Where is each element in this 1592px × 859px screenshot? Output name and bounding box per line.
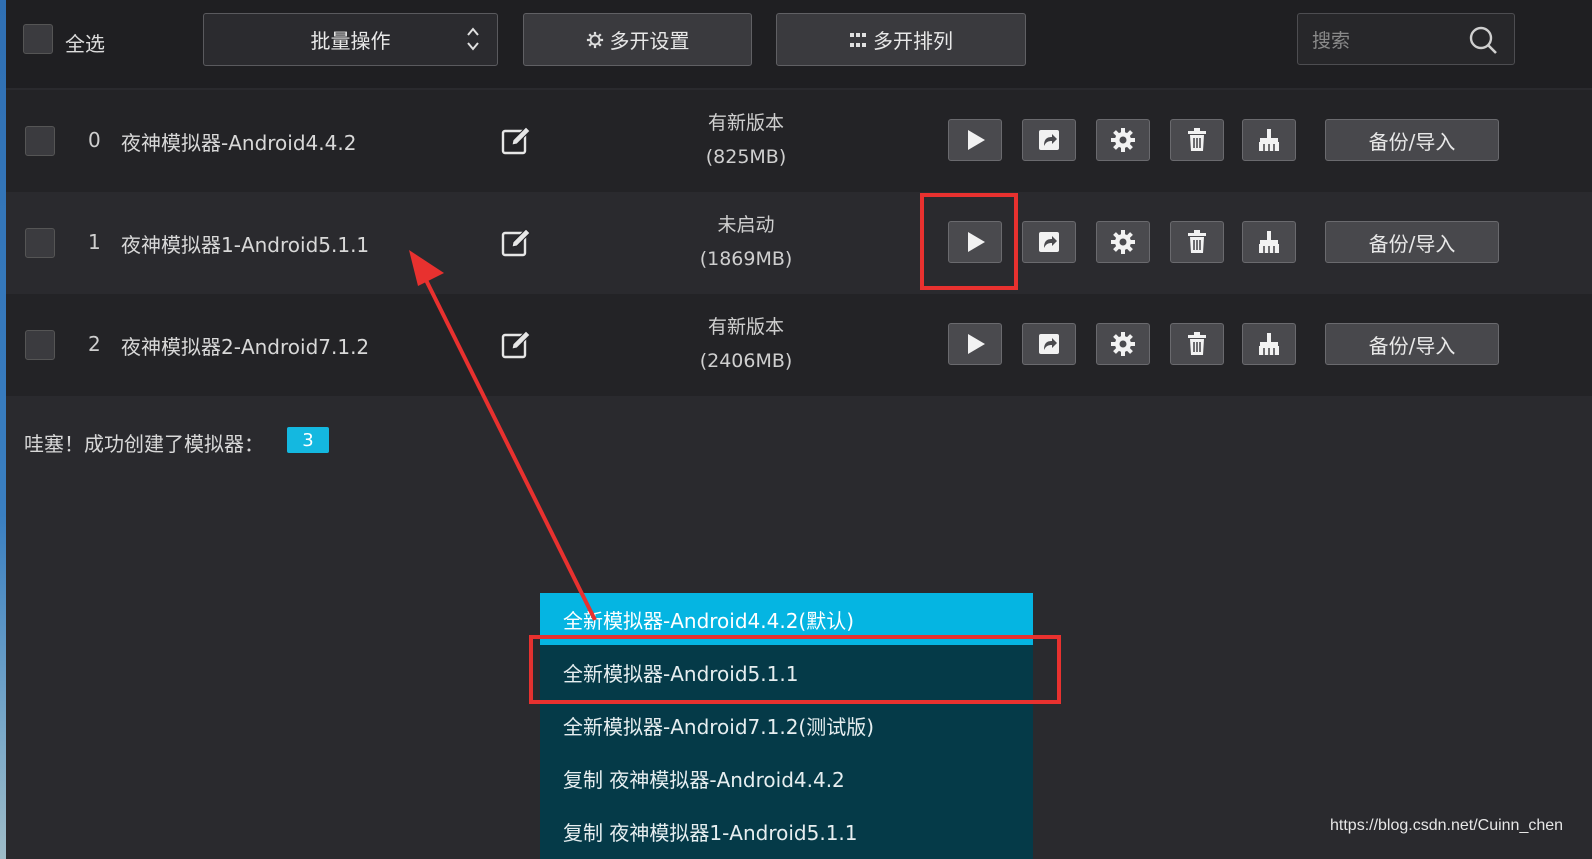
shortcut-icon: [1036, 331, 1062, 357]
broom-icon: [1256, 229, 1282, 255]
disk-size: (2406MB): [699, 350, 793, 372]
toolbar: 全选 批量操作 多开设置 多开排列: [6, 0, 1592, 88]
row-status: 有新版本 (825MB): [646, 106, 846, 174]
grid-icon: [850, 32, 866, 47]
simulator-count-badge: 3: [287, 427, 329, 453]
row-status: 有新版本 (2406MB): [646, 310, 846, 378]
gear-icon: [1110, 229, 1136, 255]
watermark: https://blog.csdn.net/Cuinn_chen: [1330, 817, 1564, 834]
settings-button[interactable]: [1096, 323, 1150, 365]
new-simulator-menu: 全新模拟器-Android4.4.2(默认) 全新模拟器-Android5.1.…: [540, 593, 1033, 859]
simulator-name: 夜神模拟器1-Android5.1.1: [121, 233, 370, 257]
start-button[interactable]: [948, 323, 1002, 365]
gear-icon: [1110, 331, 1136, 357]
broom-icon: [1256, 331, 1282, 357]
broom-icon: [1256, 127, 1282, 153]
shortcut-icon: [1036, 127, 1062, 153]
edit-name-icon[interactable]: [500, 125, 532, 157]
clean-button[interactable]: [1242, 221, 1296, 263]
search-input[interactable]: [1310, 26, 1464, 56]
settings-button[interactable]: [1096, 221, 1150, 263]
simulator-name: 夜神模拟器-Android4.4.2: [121, 131, 357, 155]
status-text: 未启动: [717, 214, 775, 236]
shortcut-button[interactable]: [1022, 221, 1076, 263]
status-text: 有新版本: [707, 316, 784, 338]
summary-text: 哇塞！成功创建了模拟器：: [24, 432, 264, 456]
simulator-row: 2 夜神模拟器2-Android7.1.2 有新版本 (2406MB) 备份/导入: [6, 294, 1592, 396]
simulator-row: 0 夜神模拟器-Android4.4.2 有新版本 (825MB) 备份/导入: [6, 90, 1592, 192]
edit-name-icon[interactable]: [500, 227, 532, 259]
delete-button[interactable]: [1170, 119, 1224, 161]
shortcut-icon: [1036, 229, 1062, 255]
settings-button[interactable]: [1096, 119, 1150, 161]
row-checkbox[interactable]: [25, 228, 55, 258]
edit-name-icon[interactable]: [500, 329, 532, 361]
shortcut-button[interactable]: [1022, 323, 1076, 365]
menu-item-copy-android511[interactable]: 复制 夜神模拟器1-Android5.1.1: [540, 805, 1033, 857]
batch-operation-dropdown[interactable]: 批量操作: [203, 13, 498, 66]
status-text: 有新版本: [707, 112, 784, 134]
select-all-label: 全选: [65, 32, 105, 56]
menu-item-copy-android442[interactable]: 复制 夜神模拟器-Android4.4.2: [540, 752, 1033, 804]
row-checkbox[interactable]: [25, 330, 55, 360]
row-index: 0: [88, 128, 101, 152]
disk-size: (1869MB): [699, 248, 793, 270]
simulator-name: 夜神模拟器2-Android7.1.2: [121, 335, 370, 359]
search-icon[interactable]: [1468, 25, 1498, 55]
multi-arrange-label: 多开排列: [873, 29, 953, 53]
batch-operation-label: 批量操作: [310, 29, 391, 53]
gear-icon: [586, 31, 603, 48]
highlight-box-menu-item: [529, 635, 1061, 704]
highlight-box-play: [920, 193, 1018, 290]
backup-import-button[interactable]: 备份/导入: [1325, 221, 1499, 263]
disk-size: (825MB): [705, 146, 787, 168]
clean-button[interactable]: [1242, 323, 1296, 365]
trash-icon: [1185, 127, 1209, 153]
multi-settings-label: 多开设置: [609, 29, 690, 53]
backup-import-button[interactable]: 备份/导入: [1325, 119, 1499, 161]
trash-icon: [1185, 331, 1209, 357]
row-index: 2: [88, 332, 101, 356]
play-icon: [962, 127, 988, 153]
backup-import-button[interactable]: 备份/导入: [1325, 323, 1499, 365]
gear-icon: [1110, 127, 1136, 153]
shortcut-button[interactable]: [1022, 119, 1076, 161]
start-button[interactable]: [948, 119, 1002, 161]
row-checkbox[interactable]: [25, 126, 55, 156]
multi-arrange-button[interactable]: 多开排列: [776, 13, 1026, 66]
clean-button[interactable]: [1242, 119, 1296, 161]
menu-item-new-android712[interactable]: 全新模拟器-Android7.1.2(测试版): [540, 699, 1033, 751]
select-all-checkbox[interactable]: [23, 24, 53, 54]
play-icon: [962, 331, 988, 357]
updown-chevron-icon: [467, 27, 479, 51]
row-index: 1: [88, 230, 101, 254]
delete-button[interactable]: [1170, 323, 1224, 365]
multi-settings-button[interactable]: 多开设置: [523, 13, 752, 66]
search-box[interactable]: [1297, 13, 1515, 65]
row-status: 未启动 (1869MB): [646, 208, 846, 276]
simulator-row: 1 夜神模拟器1-Android5.1.1 未启动 (1869MB) 备份/导入: [6, 192, 1592, 294]
delete-button[interactable]: [1170, 221, 1224, 263]
trash-icon: [1185, 229, 1209, 255]
